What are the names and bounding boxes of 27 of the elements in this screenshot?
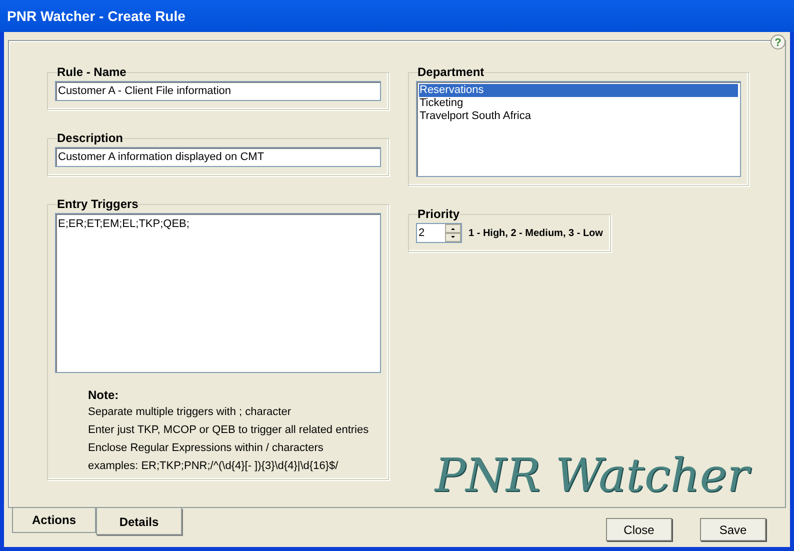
tab[interactable]: Details (96, 508, 182, 535)
department-list-item[interactable]: Travelport South Africa (418, 110, 738, 123)
tab[interactable]: Actions (12, 508, 96, 533)
dialog-button[interactable]: Save (700, 518, 766, 541)
rule-name-field[interactable]: Customer A - Client File information (55, 81, 380, 101)
dialog-button[interactable]: Close (606, 518, 672, 541)
help-icon[interactable]: ? (770, 34, 786, 50)
group-label: Priority (418, 206, 460, 223)
group-label: Entry Triggers (57, 196, 138, 213)
group-label: Description (57, 130, 124, 147)
group-label: Rule - Name (57, 64, 126, 81)
note-line: Enter just TKP, MCOP or QEB to trigger all related entries (88, 423, 370, 438)
logo-text: PNR Watcher (434, 447, 749, 503)
note-line: Enclose Regular Expressions within / characters (88, 441, 324, 456)
note-line: examples: ER;TKP;PNR;/^(\d{4}[- ]){3}\d{4}|\d{16}$/ (88, 459, 340, 474)
priority-value: 2 (418, 226, 426, 241)
priority-spinner[interactable]: 2 (416, 223, 462, 243)
description-field[interactable]: Customer A information displayed on CMT (55, 147, 380, 167)
window-title: PNR Watcher - Create Rule (7, 6, 186, 26)
spin-arrows-icon[interactable] (444, 224, 460, 242)
department-list-item[interactable]: Ticketing (418, 97, 738, 110)
note-line: Separate multiple triggers with ; character (88, 405, 292, 420)
priority-hint: 1 - High, 2 - Medium, 3 - Low (468, 226, 603, 240)
group-label: Department (418, 64, 484, 81)
entry-triggers-field[interactable]: E;ER;ET;EM;EL;TKP;QEB; (55, 213, 380, 373)
department-list-item[interactable]: Reservations (418, 84, 738, 97)
note-title: Note: (88, 387, 120, 403)
